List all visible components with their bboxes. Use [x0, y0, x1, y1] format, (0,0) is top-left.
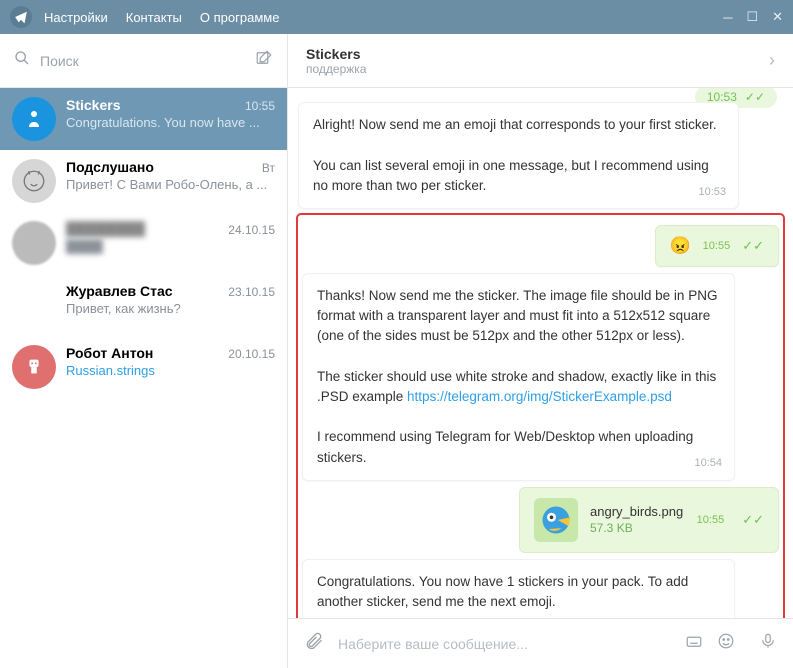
- message-text: I recommend using Telegram for Web/Deskt…: [317, 427, 720, 468]
- chat-preview: Привет! С Вами Робо-Олень, а ...: [66, 177, 275, 192]
- sidebar: Stickers 10:55 Congratulations. You now h…: [0, 34, 288, 668]
- window-buttons: ─ ☐ ✕: [723, 9, 783, 25]
- message-text: Alright! Now send me an emoji that corre…: [313, 115, 724, 135]
- menu-about[interactable]: О программе: [200, 10, 280, 25]
- chat-item-stickers[interactable]: Stickers 10:55 Congratulations. You now h…: [0, 88, 287, 150]
- emoji-icon[interactable]: [717, 632, 735, 655]
- chat-item[interactable]: Подслушано Вт Привет! С Вами Робо-Олень, …: [0, 150, 287, 212]
- compose-icon[interactable]: [255, 49, 273, 72]
- msg-time: 10:53: [698, 184, 726, 201]
- highlight-box: 😠 10:55 ✓✓ Thanks! Now send me the stick…: [298, 215, 783, 618]
- message-text: Thanks! Now send me the sticker. The ima…: [317, 286, 720, 347]
- msg-time: 10:55: [697, 514, 725, 526]
- conversation-header[interactable]: Stickers поддержка ›: [288, 34, 793, 88]
- keyboard-icon[interactable]: [685, 632, 703, 655]
- message-text: You can list several emoji in one messag…: [313, 156, 724, 197]
- maximize-icon[interactable]: ☐: [746, 9, 758, 25]
- conversation-panel: Stickers поддержка › 10:53 ✓✓ Alright! N…: [288, 34, 793, 668]
- chat-name: Подслушано: [66, 159, 154, 175]
- chat-time: 10:55: [245, 99, 275, 113]
- file-thumbnail: [534, 498, 578, 542]
- message-input-bar: [288, 618, 793, 668]
- chat-name: Робот Антон: [66, 345, 153, 361]
- message-area: 10:53 ✓✓ Alright! Now send me an emoji t…: [288, 88, 793, 618]
- emoji: 😠: [670, 233, 691, 259]
- chat-time: 23.10.15: [228, 285, 275, 299]
- chat-preview: Congratulations. You now have ...: [66, 115, 275, 130]
- chat-preview: Привет, как жизнь?: [66, 301, 275, 316]
- avatar: [12, 97, 56, 141]
- chevron-right-icon[interactable]: ›: [769, 50, 775, 71]
- menu-contacts[interactable]: Контакты: [126, 10, 182, 25]
- close-icon[interactable]: ✕: [772, 9, 783, 25]
- chat-item[interactable]: Робот Антон 20.10.15 Russian.strings: [0, 336, 287, 398]
- read-ticks-icon: ✓✓: [742, 236, 764, 256]
- app-logo: [10, 6, 32, 28]
- chat-preview: Russian.strings: [66, 363, 275, 378]
- titlebar: Настройки Контакты О программе ─ ☐ ✕: [0, 0, 793, 34]
- chat-name: Stickers: [66, 97, 120, 113]
- message-input[interactable]: [338, 636, 671, 652]
- avatar: [12, 345, 56, 389]
- chat-item[interactable]: Журавлев Стас 23.10.15 Привет, как жизнь?: [0, 274, 287, 336]
- search-input[interactable]: [40, 53, 245, 69]
- search-icon: [14, 50, 30, 71]
- attach-icon[interactable]: [304, 631, 324, 656]
- file-attachment[interactable]: angry_birds.png 57.3 KB 10:55 ✓✓: [519, 487, 779, 553]
- file-name: angry_birds.png: [590, 504, 685, 519]
- message-in: Alright! Now send me an emoji that corre…: [298, 102, 739, 209]
- message-text: Congratulations. You now have 1 stickers…: [317, 572, 720, 613]
- read-ticks-icon: ✓✓: [745, 90, 765, 104]
- link[interactable]: https://telegram.org/img/StickerExample.…: [407, 389, 672, 404]
- msg-time: 10:55: [703, 238, 731, 255]
- minimize-icon[interactable]: ─: [723, 10, 732, 25]
- mic-icon[interactable]: [759, 632, 777, 655]
- chat-item[interactable]: ████████ 24.10.15 ████: [0, 212, 287, 274]
- chat-time: Вт: [262, 161, 275, 175]
- avatar: [12, 159, 56, 203]
- message-out: 😠 10:55 ✓✓: [655, 225, 780, 267]
- read-ticks-icon: ✓✓: [742, 512, 764, 528]
- conversation-title: Stickers: [306, 46, 769, 62]
- chat-preview: ████: [66, 239, 275, 254]
- message-in: Thanks! Now send me the sticker. The ima…: [302, 273, 735, 481]
- menu-bar: Настройки Контакты О программе: [44, 10, 279, 25]
- chat-time: 24.10.15: [228, 223, 275, 237]
- search-bar: [0, 34, 287, 88]
- chat-name: ████████: [66, 221, 145, 237]
- msg-time: 10:54: [694, 455, 722, 472]
- menu-settings[interactable]: Настройки: [44, 10, 108, 25]
- message-text: The sticker should use white stroke and …: [317, 367, 720, 408]
- chat-list: Stickers 10:55 Congratulations. You now h…: [0, 88, 287, 668]
- message-in: Congratulations. You now have 1 stickers…: [302, 559, 735, 618]
- conversation-subtitle: поддержка: [306, 62, 769, 76]
- avatar: [12, 221, 56, 265]
- file-size: 57.3 KB: [590, 521, 685, 535]
- avatar: [12, 283, 56, 327]
- chat-time: 20.10.15: [228, 347, 275, 361]
- chat-name: Журавлев Стас: [66, 283, 173, 299]
